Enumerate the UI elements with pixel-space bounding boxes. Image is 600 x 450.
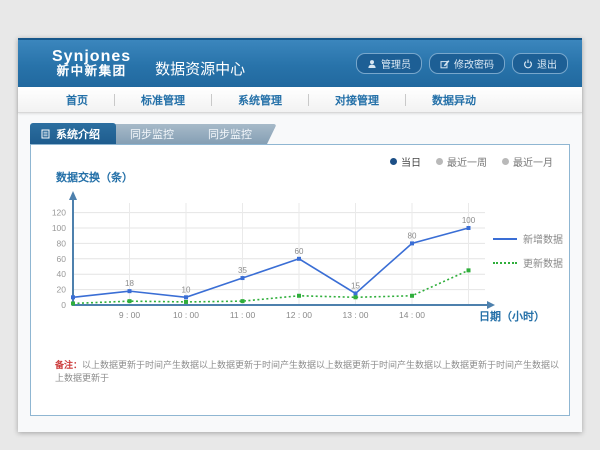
filter-last-month-label: 最近一月 (513, 154, 553, 169)
svg-text:35: 35 (238, 266, 247, 275)
legend-item-updated-data: 更新数据 (493, 255, 563, 270)
chart-legend: 新增数据 更新数据 (493, 231, 563, 270)
app-window: Synjones 新中新集团 数据资源中心 管理员 修改密码 退出 首页 标准管… (18, 38, 582, 432)
svg-text:0: 0 (61, 300, 66, 310)
logo-brand-text: Synjones (52, 48, 131, 66)
svg-text:20: 20 (57, 285, 67, 295)
svg-text:40: 40 (57, 269, 67, 279)
nav-item-data-change[interactable]: 数据异动 (406, 92, 502, 108)
svg-text:9 : 00: 9 : 00 (119, 310, 141, 320)
tab-system-intro-label: 系统介绍 (56, 126, 100, 142)
filter-last-week-radio[interactable]: 最近一周 (436, 154, 487, 169)
tab-sync-monitor-1-label: 同步监控 (130, 126, 174, 142)
filter-last-month-radio[interactable]: 最近一月 (502, 154, 553, 169)
svg-text:100: 100 (462, 216, 476, 225)
y-axis-title: 数据交换（条） (56, 169, 133, 185)
radio-dot-icon (436, 158, 443, 165)
legend-item-new-data: 新增数据 (493, 231, 563, 246)
line-chart: 0 20 40 60 80 100 120 9 : 00 10 : 00 11 : 00 12 : … (45, 187, 515, 332)
dotted-line-swatch-icon (493, 262, 517, 264)
legend-updated-data-label: 更新数据 (523, 255, 563, 270)
nav-item-standard-mgmt[interactable]: 标准管理 (115, 92, 211, 108)
admin-user-label: 管理员 (381, 56, 411, 71)
footnote-text: 以上数据更新于时间产生数据以上数据更新于时间产生数据以上数据更新于时间产生数据以… (55, 360, 559, 383)
logout-label: 退出 (537, 56, 557, 71)
page-title: 数据资源中心 (155, 48, 245, 79)
admin-user-button[interactable]: 管理员 (356, 53, 422, 74)
filter-today-radio[interactable]: 当日 (390, 154, 421, 169)
svg-text:60: 60 (57, 254, 67, 264)
svg-text:13 : 00: 13 : 00 (343, 310, 369, 320)
legend-new-data-label: 新增数据 (523, 231, 563, 246)
svg-text:80: 80 (408, 231, 417, 240)
nav-item-interface-mgmt[interactable]: 对接管理 (309, 92, 405, 108)
svg-text:11 : 00: 11 : 00 (230, 310, 256, 320)
svg-text:100: 100 (52, 223, 66, 233)
svg-text:12 : 00: 12 : 00 (286, 310, 312, 320)
logout-button[interactable]: 退出 (512, 53, 568, 74)
tab-sync-monitor-2-label: 同步监控 (208, 126, 252, 142)
document-icon (41, 129, 50, 139)
nav-item-system-mgmt[interactable]: 系统管理 (212, 92, 308, 108)
main-nav: 首页 标准管理 系统管理 对接管理 数据异动 (18, 87, 582, 113)
footnote-label: 备注： (55, 360, 82, 370)
x-axis-title: 日期（小时） (479, 308, 545, 324)
edit-icon (440, 59, 450, 69)
change-password-label: 修改密码 (454, 56, 494, 71)
svg-text:14 : 00: 14 : 00 (399, 310, 425, 320)
chart-panel: 当日 最近一周 最近一月 数据交换（条） 0 20 40 60 80 100 120 9 : … (30, 144, 570, 416)
svg-text:80: 80 (57, 238, 67, 248)
radio-dot-selected-icon (390, 158, 397, 165)
filter-today-label: 当日 (401, 154, 421, 169)
footnote: 备注：以上数据更新于时间产生数据以上数据更新于时间产生数据以上数据更新于时间产生… (55, 359, 565, 384)
solid-line-swatch-icon (493, 238, 517, 240)
radio-dot-icon (502, 158, 509, 165)
time-range-filter: 当日 最近一周 最近一月 (390, 154, 553, 169)
change-password-button[interactable]: 修改密码 (429, 53, 505, 74)
svg-text:15: 15 (351, 281, 360, 290)
filter-last-week-label: 最近一周 (447, 154, 487, 169)
company-logo[interactable]: Synjones 新中新集团 (52, 48, 131, 79)
svg-text:10: 10 (182, 285, 191, 294)
svg-text:10 : 00: 10 : 00 (173, 310, 199, 320)
user-icon (367, 59, 377, 69)
nav-item-home[interactable]: 首页 (40, 92, 114, 108)
content-area: 系统介绍 同步监控 同步监控 当日 最近一周 (18, 113, 582, 432)
logo-company-name: 新中新集团 (52, 65, 131, 79)
svg-text:120: 120 (52, 208, 66, 218)
tab-bar: 系统介绍 同步监控 同步监控 (30, 123, 570, 144)
tab-system-intro[interactable]: 系统介绍 (30, 123, 116, 144)
header-actions: 管理员 修改密码 退出 (356, 53, 568, 74)
svg-text:18: 18 (125, 279, 134, 288)
tab-sync-monitor-1[interactable]: 同步监控 (103, 124, 199, 144)
svg-text:60: 60 (295, 247, 304, 256)
app-header: Synjones 新中新集团 数据资源中心 管理员 修改密码 退出 (18, 38, 582, 87)
power-icon (523, 59, 533, 69)
